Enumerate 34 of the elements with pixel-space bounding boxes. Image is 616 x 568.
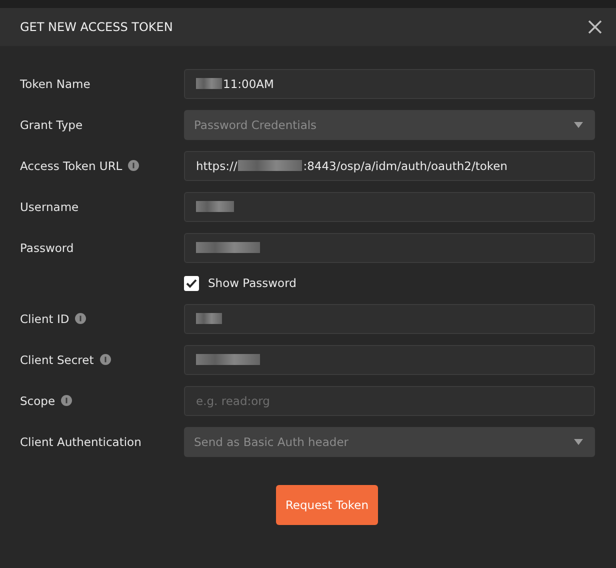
redacted-block [196, 242, 260, 253]
caret-icon [574, 438, 583, 444]
dropdown[interactable]: Password Credentials [184, 110, 595, 140]
field-label: Client Secret [20, 352, 94, 366]
redacted-block [238, 160, 302, 171]
request-token-button[interactable]: Request Token [276, 485, 378, 525]
field-text: https:// [196, 158, 238, 172]
checkbox[interactable] [184, 276, 199, 290]
redacted-block [196, 313, 222, 324]
field-label: Client Authentication [20, 434, 142, 448]
field-label: Password [20, 240, 74, 254]
redacted-block [196, 78, 222, 89]
field-label: Grant Type [20, 118, 83, 132]
input-field[interactable] [184, 192, 595, 222]
input-field[interactable]: 11:00AM [184, 68, 595, 98]
input-field[interactable]: https:// :8443/osp/a/idm/auth/oauth2/token [184, 150, 595, 180]
dialog-title: GET NEW ACCESS TOKEN [20, 20, 173, 34]
input-field[interactable] [184, 304, 595, 334]
field-label: Client ID [20, 312, 70, 326]
redacted-block [196, 201, 234, 212]
input-field[interactable] [184, 232, 595, 262]
input-field[interactable] [184, 344, 595, 374]
close-icon[interactable] [588, 20, 602, 34]
input-field[interactable]: e.g. read:org [184, 386, 595, 416]
dropdown[interactable]: Send as Basic Auth header [184, 426, 595, 456]
field-text: :8443/osp/a/idm/auth/oauth2/token [303, 158, 508, 172]
caret-icon [574, 122, 583, 128]
field-label: Username [20, 200, 79, 214]
field-label: Token Name [20, 76, 90, 90]
field-text: 11:00AM [223, 76, 274, 90]
field-label: Access Token URL [20, 158, 122, 172]
checkbox-label: Show Password [208, 276, 296, 290]
redacted-block [196, 354, 260, 365]
field-label: Scope [20, 394, 56, 408]
